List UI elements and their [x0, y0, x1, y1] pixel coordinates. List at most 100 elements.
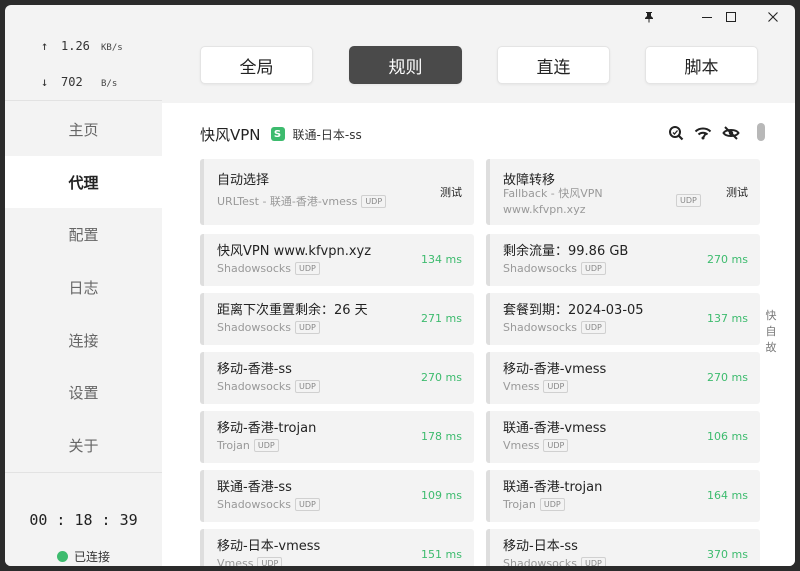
proxy-card[interactable]: 联通-香港-trojan Trojan UDP 164 ms — [486, 470, 760, 522]
node-type: Shadowsocks UDP — [503, 321, 606, 334]
sidebar-nav: 主页 代理 配置 日志 连接 设置 关于 — [5, 103, 162, 472]
udp-tag: UDP — [581, 557, 606, 566]
node-delay[interactable]: 270 ms — [421, 371, 462, 384]
proxy-card[interactable]: 剩余流量：99.86 GB Shadowsocks UDP 270 ms — [486, 234, 760, 286]
proxy-card[interactable]: 移动-香港-trojan Trojan UDP 178 ms — [200, 411, 474, 463]
connection-status: 已连接 — [57, 548, 110, 565]
node-type-label: Shadowsocks — [217, 380, 292, 393]
scrollbar-thumb[interactable] — [757, 123, 765, 141]
title-bar — [5, 5, 795, 29]
node-name: 联通-香港-trojan — [503, 480, 603, 495]
node-delay[interactable]: 106 ms — [707, 430, 748, 443]
node-delay[interactable]: 178 ms — [421, 430, 462, 443]
node-delay[interactable]: 164 ms — [707, 489, 748, 502]
node-type-label: URLTest - 联通-香港-vmess — [217, 195, 358, 208]
upload-unit: KB/s — [101, 43, 123, 53]
node-type-label: Shadowsocks — [217, 498, 292, 511]
wifi-signal-icon[interactable] — [694, 125, 712, 141]
status-dot-icon — [57, 551, 68, 562]
hide-eye-icon[interactable] — [722, 125, 740, 141]
node-name: 联通-香港-vmess — [503, 421, 607, 436]
mode-rule-button[interactable]: 规则 — [349, 46, 462, 84]
upload-arrow-icon: ↑ — [41, 39, 49, 53]
close-icon[interactable] — [752, 5, 794, 29]
node-type: Vmess UDP — [503, 439, 569, 452]
proxy-card[interactable]: 距离下次重置剩余：26 天 Shadowsocks UDP 271 ms — [200, 293, 474, 345]
maximize-icon[interactable] — [710, 5, 752, 29]
group-side-index[interactable]: 快自故 — [763, 308, 779, 356]
sidebar-item-home[interactable]: 主页 — [5, 103, 162, 156]
node-name: 移动-香港-ss — [217, 362, 292, 377]
upload-value: 1.26 — [61, 39, 90, 53]
node-type: Shadowsocks UDP — [217, 498, 320, 511]
test-button[interactable]: 测试 — [440, 184, 462, 200]
sidebar-item-config[interactable]: 配置 — [5, 208, 162, 261]
udp-tag: UDP — [543, 380, 569, 393]
proxy-card-fallback[interactable]: 故障转移 Fallback - 快风VPN www.kfvpn.xyz UDP … — [486, 159, 760, 225]
node-type: Shadowsocks UDP — [503, 557, 606, 566]
proxy-group-header[interactable]: 快风VPN S 联通-日本-ss — [200, 123, 760, 145]
mode-script-button[interactable]: 脚本 — [645, 46, 758, 84]
pin-icon[interactable] — [628, 5, 670, 29]
udp-tag: UDP — [581, 321, 606, 334]
node-name: 移动-香港-vmess — [503, 362, 607, 377]
proxy-card[interactable]: 快风VPN www.kfvpn.xyz Shadowsocks UDP 134 m… — [200, 234, 474, 286]
udp-tag: UDP — [295, 498, 320, 511]
node-type-label: Vmess — [503, 380, 540, 393]
node-delay[interactable]: 134 ms — [421, 253, 462, 266]
mode-selector: 全局 规则 直连 脚本 — [162, 27, 795, 103]
download-unit: B/s — [101, 79, 118, 89]
test-button[interactable]: 测试 — [726, 184, 748, 200]
udp-tag: UDP — [253, 439, 279, 452]
node-type-label: Shadowsocks — [217, 262, 292, 275]
mode-direct-button[interactable]: 直连 — [497, 46, 610, 84]
node-type-label: Vmess — [217, 557, 254, 566]
node-delay[interactable]: 270 ms — [707, 371, 748, 384]
udp-tag: UDP — [539, 498, 565, 511]
node-name: 自动选择 — [217, 173, 270, 188]
group-type-badge: S — [270, 127, 285, 141]
node-type: Shadowsocks UDP — [503, 262, 606, 275]
uptime-timer: 00 : 18 : 39 — [29, 511, 138, 529]
proxy-page: 全局 规则 直连 脚本 快风VPN S 联通-日本-ss 自动选择 URLTes… — [162, 27, 795, 566]
traffic-monitor: ↑ 1.26 KB/s ↓ 702 B/s — [5, 27, 162, 101]
node-type: Shadowsocks UDP — [217, 321, 320, 334]
proxy-card[interactable]: 移动-香港-ss Shadowsocks UDP 270 ms — [200, 352, 474, 404]
udp-tag: UDP — [543, 439, 569, 452]
node-name: 剩余流量：99.86 GB — [503, 244, 629, 259]
node-delay[interactable]: 109 ms — [421, 489, 462, 502]
sidebar-item-settings[interactable]: 设置 — [5, 366, 162, 419]
proxy-card-auto-select[interactable]: 自动选择 URLTest - 联通-香港-vmess UDP 测试 — [200, 159, 474, 225]
node-delay[interactable]: 370 ms — [707, 548, 748, 561]
node-type-label: Vmess — [503, 439, 540, 452]
udp-tag: UDP — [295, 321, 320, 334]
download-arrow-icon: ↓ — [41, 75, 49, 89]
proxy-card[interactable]: 移动-日本-vmess Vmess UDP 151 ms — [200, 529, 474, 566]
node-type: URLTest - 联通-香港-vmess UDP — [217, 193, 387, 209]
download-value: 702 — [61, 75, 83, 89]
latency-test-icon[interactable] — [668, 125, 684, 141]
udp-tag: UDP — [581, 262, 606, 275]
sidebar-item-logs[interactable]: 日志 — [5, 261, 162, 314]
proxy-card[interactable]: 套餐到期：2024-03-05 Shadowsocks UDP 137 ms — [486, 293, 760, 345]
mode-global-button[interactable]: 全局 — [200, 46, 313, 84]
node-delay[interactable]: 151 ms — [421, 548, 462, 561]
sidebar-item-proxy[interactable]: 代理 — [5, 155, 162, 209]
node-name: 移动-日本-vmess — [217, 539, 321, 554]
sidebar-item-about[interactable]: 关于 — [5, 419, 162, 472]
proxy-card[interactable]: 联通-香港-vmess Vmess UDP 106 ms — [486, 411, 760, 463]
node-delay[interactable]: 270 ms — [707, 253, 748, 266]
node-type-label: Shadowsocks — [503, 557, 578, 566]
node-name: 套餐到期：2024-03-05 — [503, 303, 644, 318]
udp-tag: UDP — [257, 557, 283, 566]
proxy-card[interactable]: 移动-日本-ss Shadowsocks UDP 370 ms — [486, 529, 760, 566]
node-type: Vmess UDP — [217, 557, 283, 566]
node-delay[interactable]: 137 ms — [707, 312, 748, 325]
proxy-card[interactable]: 移动-香港-vmess Vmess UDP 270 ms — [486, 352, 760, 404]
proxy-card[interactable]: 联通-香港-ss Shadowsocks UDP 109 ms — [200, 470, 474, 522]
node-name: 移动-日本-ss — [503, 539, 578, 554]
node-type: Shadowsocks UDP — [217, 262, 320, 275]
node-delay[interactable]: 271 ms — [421, 312, 462, 325]
sidebar-item-connections[interactable]: 连接 — [5, 314, 162, 367]
download-speed: ↓ 702 B/s — [41, 75, 117, 89]
